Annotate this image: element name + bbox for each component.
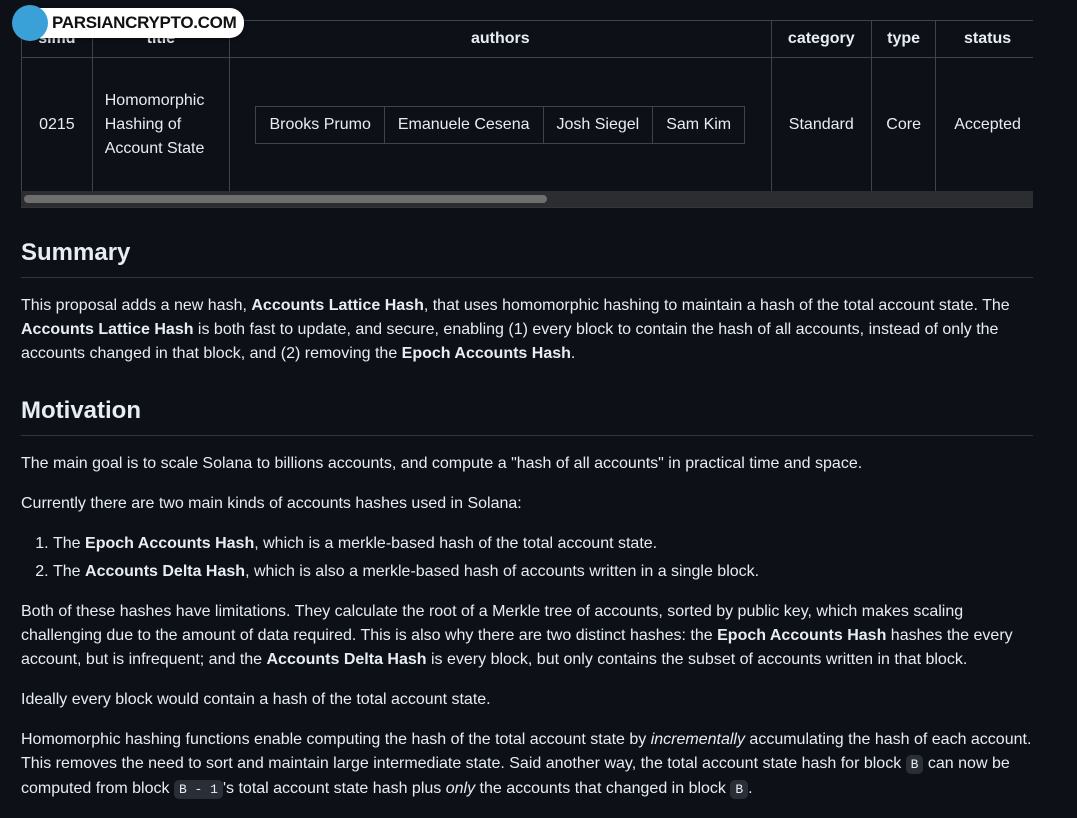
list-item: The Accounts Delta Hash, which is also a… [53,560,1033,584]
bold-text: Epoch Accounts Hash [85,535,255,552]
author: Josh Siegel [542,106,653,143]
text-run: Homomorphic hashing functions enable com… [21,731,651,748]
inline-code: B [730,780,749,799]
text-run: Currently there are two main kinds of ac… [21,495,522,512]
logo-tree-icon [12,5,48,41]
header-type: type [870,20,937,58]
content-sections: Summary This proposal adds a new hash, Ac… [21,238,1033,802]
inline-code: B - 1 [173,780,223,799]
paragraph: Both of these hashes have limitations. T… [21,600,1033,672]
document: simd title authors category type status … [21,20,1033,818]
bold-text: Accounts Delta Hash [266,651,427,668]
text-run: the accounts that changed in block [475,780,731,797]
paragraph: Currently there are two main kinds of ac… [21,492,1033,516]
text-run: , which is a merkle-based hash of the to… [254,535,658,552]
logo-text: PARSIANCRYPTO.COM [26,8,245,38]
numbered-list: The Epoch Accounts Hash, which is a merk… [21,532,1033,584]
author: Sam Kim [652,106,744,143]
text-run: . [570,345,576,362]
cell-status: Accepted [935,57,1033,192]
section-heading-motivation: Motivation [21,396,1033,436]
bold-text: Epoch Accounts Hash [717,627,887,644]
header-status: status [935,20,1033,58]
author: Emanuele Cesena [383,106,543,143]
italic-text: incrementally [650,731,745,748]
paragraph: Homomorphic hashing functions enable com… [21,728,1033,802]
metadata-table: simd title authors category type status … [21,20,1033,208]
header-category: category [770,20,872,58]
text-run: . [748,780,753,797]
text-run: This proposal adds a new hash, [21,297,252,314]
text-run: The [53,535,86,552]
paragraph: This proposal adds a new hash, Accounts … [21,294,1033,366]
text-run: , which is also a merkle-based hash of a… [245,563,760,580]
text-run: The [53,563,86,580]
cell-category: Standard [770,57,872,192]
text-run: 's total account state hash plus [222,780,446,797]
text-run: The main goal is to scale Solana to bill… [21,455,863,472]
author: Brooks Prumo [269,115,371,133]
bold-text: Epoch Accounts Hash [401,345,571,362]
italic-text: only [445,780,476,797]
text-run: Ideally every block would contain a hash… [21,691,491,708]
horizontal-scrollbar[interactable] [21,191,1033,207]
scrollbar-thumb[interactable] [24,195,547,203]
text-run: , that uses homomorphic hashing to maint… [423,297,1010,314]
bold-text: Accounts Lattice Hash [251,297,424,314]
paragraph: Ideally every block would contain a hash… [21,688,1033,712]
paragraph: The main goal is to scale Solana to bill… [21,452,1033,476]
table-row: 0215 Homomorphic Hashing of Account Stat… [21,57,1033,192]
cell-authors: Brooks Prumo Emanuele Cesena Josh Siegel… [228,57,772,192]
cell-type: Core [870,57,937,192]
header-authors: authors [228,20,772,58]
inline-code: B [905,755,924,774]
text-run: is every block, but only contains the su… [426,651,968,668]
watermark-logo: PARSIANCRYPTO.COM [12,5,245,41]
section-heading-summary: Summary [21,238,1033,278]
bold-text: Accounts Lattice Hash [21,321,194,338]
cell-title: Homomorphic Hashing of Account State [91,57,230,192]
cell-simd: 0215 [21,57,93,192]
list-item: The Epoch Accounts Hash, which is a merk… [53,532,1033,556]
bold-text: Accounts Delta Hash [85,563,246,580]
